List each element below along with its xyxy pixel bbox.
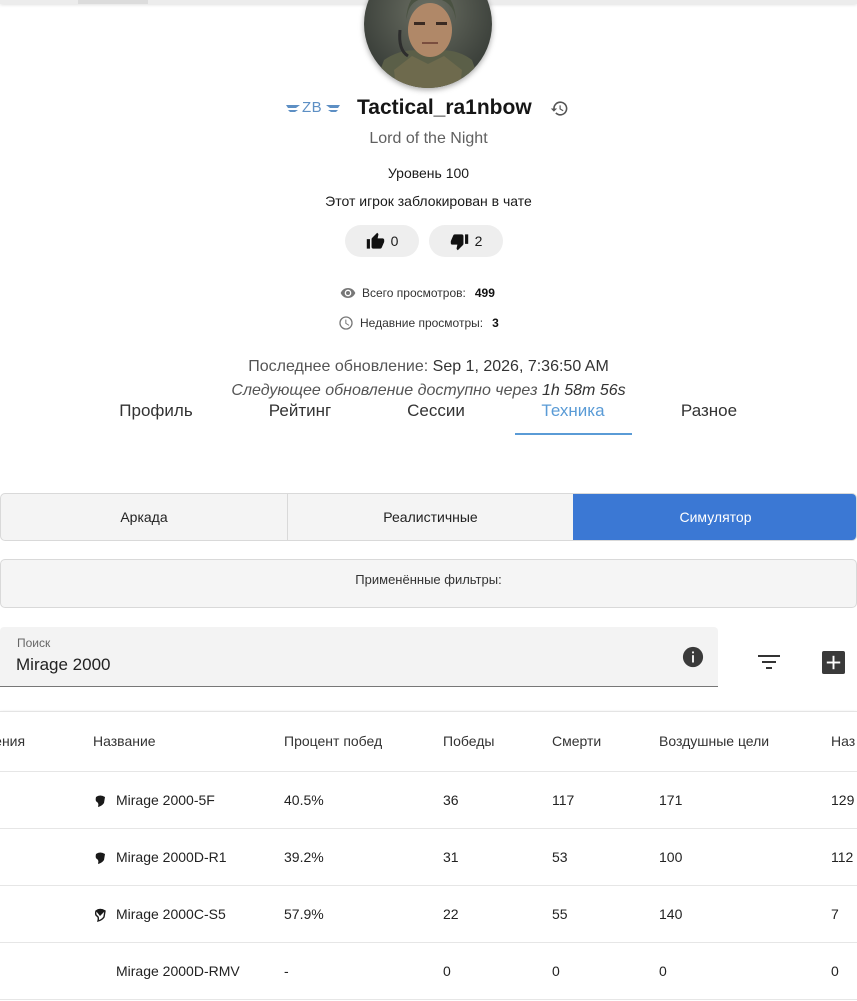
info-icon[interactable] (682, 646, 704, 668)
tab-rating[interactable]: Рейтинг (241, 400, 359, 436)
player-title: Lord of the Night (369, 130, 488, 147)
recent-views-value: 3 (492, 316, 499, 330)
column-header[interactable]: дения (0, 733, 25, 749)
total-views-label: Всего просмотров: (362, 286, 466, 300)
deaths: 0 (552, 963, 560, 979)
winrate: - (284, 963, 289, 979)
mode-arcade-button[interactable]: Аркада (1, 494, 288, 540)
table-row[interactable]: Mirage 2000D-RMV - 0 0 0 0 (0, 943, 857, 1000)
add-icon[interactable] (822, 651, 845, 674)
vehicle-name[interactable]: Mirage 2000C-S5 (116, 906, 226, 922)
air-targets: 0 (659, 963, 667, 979)
filter-icon[interactable] (758, 652, 780, 672)
winrate: 57.9% (284, 906, 324, 922)
column-header-air-targets[interactable]: Воздушные цели (659, 733, 769, 749)
column-header-deaths[interactable]: Смерти (552, 733, 601, 749)
like-count: 0 (390, 233, 399, 249)
deaths: 53 (552, 849, 568, 865)
recent-views: Недавние просмотры: 3 (338, 315, 499, 331)
top-bar-tab[interactable] (78, 0, 148, 4)
vehicles-table: дения Название Процент побед Победы Смер… (0, 711, 857, 1001)
last-update-value: Sep 1, 2026, 7:36:50 AM (432, 358, 609, 375)
air-targets: 140 (659, 906, 683, 922)
clock-icon (339, 316, 353, 330)
mode-realistic-button[interactable]: Реалистичные (288, 494, 573, 540)
search-input[interactable] (16, 653, 656, 677)
tab-misc[interactable]: Разное (650, 400, 768, 436)
thumbs-down-icon (450, 233, 468, 250)
search-label: Поиск (17, 636, 51, 650)
column-header-wins[interactable]: Победы (443, 733, 494, 749)
active-tab-indicator (515, 433, 632, 435)
eye-icon (340, 288, 356, 298)
mode-simulator-button[interactable]: Симулятор (573, 494, 856, 540)
tab-vehicles[interactable]: Техника (514, 400, 632, 436)
winrate: 40.5% (284, 792, 324, 808)
air-targets: 171 (659, 792, 683, 808)
history-icon[interactable] (550, 99, 569, 118)
ground-targets: 112 (831, 849, 854, 865)
wins: 0 (443, 963, 451, 979)
table-row[interactable]: Mirage 2000C-S5 57.9% 22 55 140 7 (0, 886, 857, 943)
deaths: 117 (552, 792, 575, 808)
air-targets: 100 (659, 849, 683, 865)
column-header-winrate[interactable]: Процент побед (284, 733, 382, 749)
clan-tag[interactable]: ZB (302, 99, 322, 116)
player-level: Уровень 100 (387, 165, 470, 181)
table-row[interactable]: Mirage 2000-5F 40.5% 36 117 171 129 (0, 772, 857, 829)
wins: 22 (443, 906, 459, 922)
table-row[interactable]: Mirage 2000D-R1 39.2% 31 53 100 112 (0, 829, 857, 886)
deaths: 55 (552, 906, 568, 922)
game-mode-selector: Аркада Реалистичные Симулятор (0, 493, 857, 541)
dislike-count: 2 (474, 233, 483, 249)
column-header-ground-targets[interactable]: Наз (831, 733, 855, 749)
next-update-label: Следующее обновление доступно через (231, 382, 538, 399)
applied-filters: Применённые фильтры: (0, 559, 857, 608)
like-button[interactable]: 0 (345, 225, 419, 257)
ground-targets: 7 (831, 906, 839, 922)
shield-solid-icon (95, 852, 105, 864)
vehicle-name[interactable]: Mirage 2000D-RMV (116, 963, 240, 979)
player-nickname: Tactical_ra1nbow (357, 96, 532, 119)
column-header-name[interactable]: Название (93, 733, 156, 749)
dislike-button[interactable]: 2 (429, 225, 503, 257)
shield-solid-icon (95, 795, 105, 807)
search-field[interactable]: Поиск (0, 627, 718, 687)
recent-views-label: Недавние просмотры: (360, 316, 484, 330)
next-update: Следующее обновление доступно через 1h 5… (0, 382, 857, 400)
ground-targets: 0 (831, 963, 839, 979)
wins: 36 (443, 792, 459, 808)
total-views: Всего просмотров: 499 (340, 285, 495, 301)
vehicle-name[interactable]: Mirage 2000D-R1 (116, 849, 227, 865)
table-header: дения Название Процент побед Победы Смер… (0, 712, 857, 772)
tab-profile[interactable]: Профиль (97, 400, 215, 436)
next-update-value: 1h 58m 56s (542, 382, 626, 399)
avatar[interactable] (364, 0, 492, 88)
tab-sessions[interactable]: Сессии (377, 400, 495, 436)
shield-half-icon (94, 908, 106, 922)
wins: 31 (443, 849, 459, 865)
winrate: 39.2% (284, 849, 324, 865)
ground-targets: 129 (831, 792, 855, 808)
vehicle-name[interactable]: Mirage 2000-5F (116, 792, 215, 808)
last-update-label: Последнее обновление: (248, 358, 429, 375)
chat-status: Этот игрок заблокирован в чате (325, 193, 532, 209)
last-update: Последнее обновление: Sep 1, 2026, 7:36:… (0, 358, 857, 376)
thumbs-up-icon (366, 232, 384, 249)
total-views-value: 499 (474, 286, 495, 300)
